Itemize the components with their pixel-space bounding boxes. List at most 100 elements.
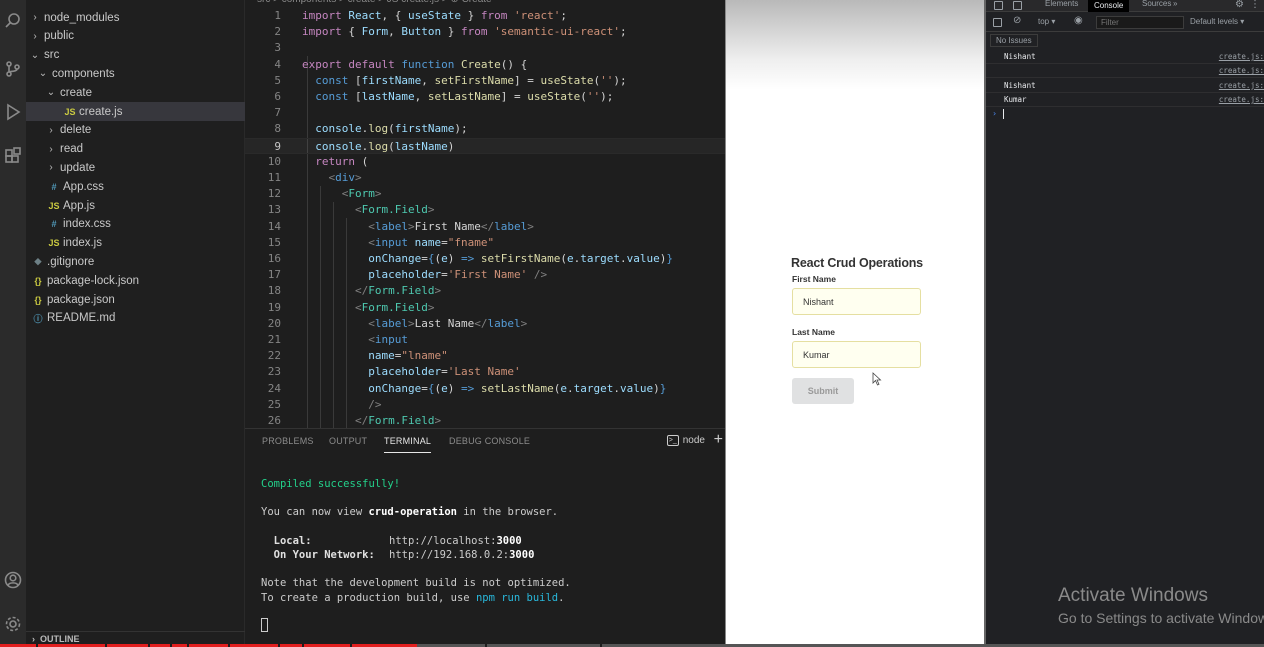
clear-console-icon[interactable]: ⊘ bbox=[1013, 15, 1021, 26]
sidebar-toggle-icon[interactable] bbox=[993, 18, 1002, 27]
last-name-input[interactable] bbox=[792, 341, 921, 368]
tree-file[interactable]: JS App.js bbox=[26, 196, 245, 215]
settings-gear-icon[interactable]: ⚙ bbox=[1235, 0, 1244, 10]
code-line[interactable]: 9 console.log(lastName) bbox=[245, 137, 725, 154]
code-line[interactable]: 12 <Form> bbox=[245, 186, 725, 202]
tab-output[interactable]: OUTPUT bbox=[329, 436, 367, 446]
source-control-icon[interactable] bbox=[0, 56, 26, 82]
code-line[interactable]: 15 <input name="fname" bbox=[245, 235, 725, 251]
tab-elements[interactable]: Elements bbox=[1045, 0, 1078, 8]
tree-file[interactable]: JS index.js bbox=[26, 234, 245, 253]
code-line[interactable]: 10 return ( bbox=[245, 154, 725, 170]
tree-folder[interactable]: › node_modules bbox=[26, 8, 245, 27]
new-terminal-plus-icon[interactable]: + bbox=[714, 431, 723, 449]
code-line[interactable]: 17 placeholder='First Name' /> bbox=[245, 267, 725, 283]
account-icon[interactable] bbox=[0, 567, 26, 593]
chevron-right-icon: › bbox=[49, 162, 53, 174]
terminal-network-url[interactable]: http://192.168.0.2:3000 bbox=[389, 549, 534, 561]
code-line[interactable]: 16 onChange={(e) => setFirstName(e.targe… bbox=[245, 251, 725, 267]
code-line[interactable]: 14 <label>First Name</label> bbox=[245, 219, 725, 235]
code-token: target bbox=[580, 252, 620, 265]
tree-file[interactable]: ◆ .gitignore bbox=[26, 252, 245, 271]
terminal-selector[interactable]: >_ node bbox=[666, 435, 705, 446]
tree-folder[interactable]: ⌄ create bbox=[26, 83, 245, 102]
code-token: < bbox=[354, 300, 362, 314]
tree-folder[interactable]: › read bbox=[26, 140, 245, 159]
code-token: /> bbox=[533, 268, 548, 282]
console-input[interactable] bbox=[1003, 109, 1004, 119]
terminal-port: 3000 bbox=[496, 535, 522, 547]
code-line[interactable]: 21 <input bbox=[245, 332, 725, 348]
tree-file[interactable]: # App.css bbox=[26, 177, 245, 196]
settings-gear-icon[interactable] bbox=[0, 611, 26, 637]
tree-item-label: components bbox=[52, 67, 115, 80]
code-line[interactable]: 2 import { Form, Button } from 'semantic-… bbox=[245, 24, 725, 40]
terminal-cursor[interactable] bbox=[261, 618, 268, 632]
issues-badge[interactable]: No Issues bbox=[990, 34, 1038, 47]
code-token: = bbox=[441, 268, 448, 282]
more-options-icon[interactable]: ⋮ bbox=[1250, 0, 1260, 10]
code-line[interactable]: 23 placeholder='Last Name' bbox=[245, 364, 725, 380]
console-filter-input[interactable] bbox=[1096, 16, 1184, 29]
tree-item-label: App.css bbox=[63, 180, 104, 193]
code-line[interactable]: 26 </Form.Field> bbox=[245, 413, 725, 428]
outline-section[interactable]: › OUTLINE bbox=[26, 631, 245, 645]
code-line[interactable]: 3 bbox=[245, 40, 725, 56]
code-line[interactable]: 4 export default function Create() { bbox=[245, 57, 725, 73]
submit-button[interactable]: Submit bbox=[792, 378, 854, 404]
code-line[interactable]: 6 const [lastName, setLastName] = useSta… bbox=[245, 89, 725, 105]
log-levels-dropdown[interactable]: Default levels ▾ bbox=[1190, 17, 1244, 26]
more-tabs-icon[interactable]: » bbox=[1173, 0, 1177, 8]
context-selector[interactable]: top ▾ bbox=[1038, 17, 1055, 26]
tree-folder[interactable]: ⌄ components bbox=[26, 64, 245, 83]
code-line[interactable]: 19 <Form.Field> bbox=[245, 300, 725, 316]
breadcrumb[interactable]: src > components > create > JS create.js… bbox=[257, 0, 492, 5]
code-line[interactable]: 13 <Form.Field> bbox=[245, 202, 725, 218]
code-line[interactable]: 24 onChange={(e) => setLastName(e.target… bbox=[245, 381, 725, 397]
tab-debug-console[interactable]: DEBUG CONSOLE bbox=[449, 436, 530, 446]
tab-terminal[interactable]: TERMINAL bbox=[384, 436, 432, 453]
run-debug-icon[interactable] bbox=[0, 99, 26, 125]
first-name-input[interactable] bbox=[792, 288, 921, 315]
tab-sources[interactable]: Sources bbox=[1142, 0, 1171, 8]
console-source-link[interactable]: create.js: bbox=[1219, 66, 1264, 75]
code-token: Form.Field bbox=[368, 284, 435, 298]
extensions-icon[interactable] bbox=[0, 143, 26, 169]
code-line[interactable]: 22 name="lname" bbox=[245, 348, 725, 364]
code-line[interactable]: 25 /> bbox=[245, 397, 725, 413]
code-line[interactable]: 20 <label>Last Name</label> bbox=[245, 316, 725, 332]
console-message: Nishant create.js: bbox=[986, 79, 1264, 93]
code-line[interactable]: 5 const [firstName, setFirstName] = useS… bbox=[245, 73, 725, 89]
code-line[interactable]: 1 import React, { useState } from 'react'… bbox=[245, 8, 725, 24]
tree-folder[interactable]: ⌄ src bbox=[26, 46, 245, 65]
code-token: < bbox=[368, 219, 375, 233]
terminal-local-url[interactable]: http://localhost:3000 bbox=[389, 535, 522, 547]
tab-console[interactable]: Console bbox=[1088, 0, 1130, 12]
tree-folder[interactable]: › delete bbox=[26, 121, 245, 140]
code-editor[interactable]: src > components > create > JS create.js… bbox=[245, 0, 725, 428]
console-source-link[interactable]: create.js: bbox=[1219, 95, 1264, 104]
console-source-link[interactable]: create.js: bbox=[1219, 81, 1264, 90]
tree-folder[interactable]: › public bbox=[26, 27, 245, 46]
code-token: e bbox=[560, 381, 567, 395]
tree-file[interactable]: # index.css bbox=[26, 215, 245, 234]
console-source-link[interactable]: create.js: bbox=[1219, 52, 1264, 61]
terminal-url: http://localhost: bbox=[389, 535, 497, 547]
tree-folder[interactable]: › update bbox=[26, 158, 245, 177]
code-line[interactable]: 7 bbox=[245, 105, 725, 121]
tree-file[interactable]: {} package-lock.json bbox=[26, 271, 245, 290]
code-line[interactable]: 8 console.log(firstName); bbox=[245, 121, 725, 137]
tree-file[interactable]: ⓘ README.md bbox=[26, 309, 245, 328]
tree-file[interactable]: {} package.json bbox=[26, 290, 245, 309]
code-line[interactable]: 11 <div> bbox=[245, 170, 725, 186]
code-token: "lname" bbox=[401, 349, 448, 363]
code-line[interactable]: 18 </Form.Field> bbox=[245, 283, 725, 299]
device-toolbar-icon[interactable] bbox=[1013, 1, 1022, 10]
live-expression-eye-icon[interactable]: ◉ bbox=[1074, 15, 1083, 26]
search-icon[interactable] bbox=[0, 8, 26, 34]
inspect-element-icon[interactable] bbox=[994, 1, 1003, 10]
tree-file[interactable]: JS create.js bbox=[26, 102, 245, 121]
tab-problems[interactable]: PROBLEMS bbox=[262, 436, 314, 446]
